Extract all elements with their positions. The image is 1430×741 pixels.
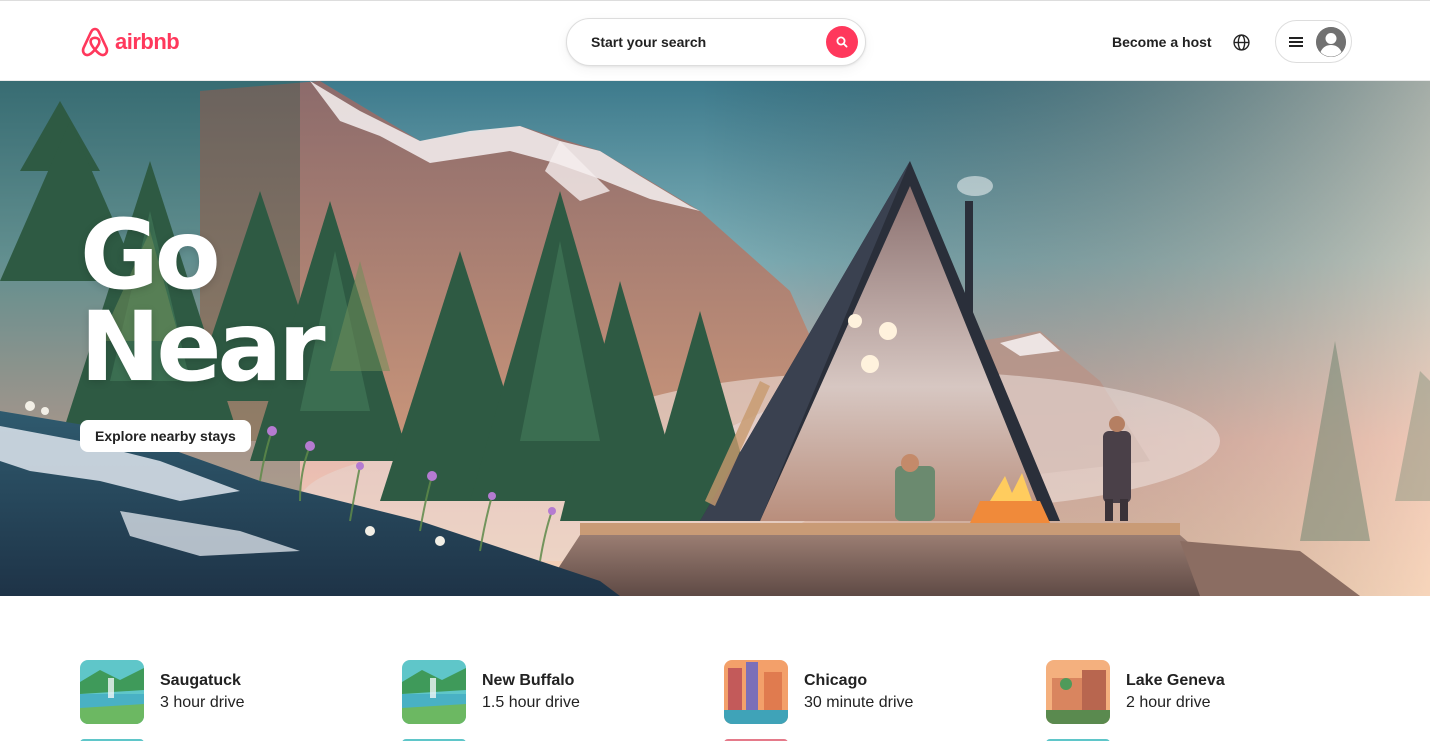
hero-title-line-2: Near <box>80 291 326 403</box>
destination-thumbnail <box>1046 660 1110 724</box>
become-a-host-link[interactable]: Become a host <box>1102 23 1222 61</box>
destination-drive-time: 2 hour drive <box>1126 693 1211 711</box>
destination-name: New Buffalo <box>482 671 575 689</box>
top-header: airbnb Start your search Become a host <box>0 0 1430 81</box>
search-icon <box>836 36 848 48</box>
search-button[interactable] <box>826 26 858 58</box>
destination-name: Chicago <box>804 671 868 689</box>
destination-card-saugatuck[interactable]: Saugatuck 3 hour drive <box>80 660 245 724</box>
destination-thumbnail <box>724 660 788 724</box>
destination-name: Saugatuck <box>160 671 241 689</box>
destination-drive-time: 30 minute drive <box>804 693 914 711</box>
explore-nearby-stays-button[interactable]: Explore nearby stays <box>80 420 251 452</box>
globe-icon <box>1232 33 1250 51</box>
hero-title: Go Near <box>80 199 326 403</box>
destination-card-chicago[interactable]: Chicago 30 minute drive <box>724 660 913 724</box>
hamburger-menu-icon <box>1288 34 1304 50</box>
logo-wordmark: airbnb <box>115 29 180 54</box>
destination-drive-time: 1.5 hour drive <box>482 693 580 711</box>
destination-thumbnail <box>402 660 466 724</box>
hero-title-line-1: Go <box>80 199 221 311</box>
search-input[interactable]: Start your search <box>591 34 706 50</box>
destination-thumbnail <box>80 660 144 724</box>
destination-card-lake-geneva[interactable]: Lake Geneva 2 hour drive <box>1046 660 1225 724</box>
user-avatar-icon <box>1316 26 1346 57</box>
destination-name: Lake Geneva <box>1126 671 1225 689</box>
destination-drive-time: 3 hour drive <box>160 693 245 711</box>
airbnb-logo-icon <box>81 27 109 57</box>
user-menu-button[interactable] <box>1275 20 1352 63</box>
language-button[interactable] <box>1222 23 1260 61</box>
hero-banner: Go Near Explore nearby stays <box>0 81 1430 596</box>
airbnb-logo[interactable]: airbnb <box>80 25 180 59</box>
destination-card-new-buffalo[interactable]: New Buffalo 1.5 hour drive <box>402 660 580 724</box>
search-bar[interactable]: Start your search <box>566 18 866 66</box>
